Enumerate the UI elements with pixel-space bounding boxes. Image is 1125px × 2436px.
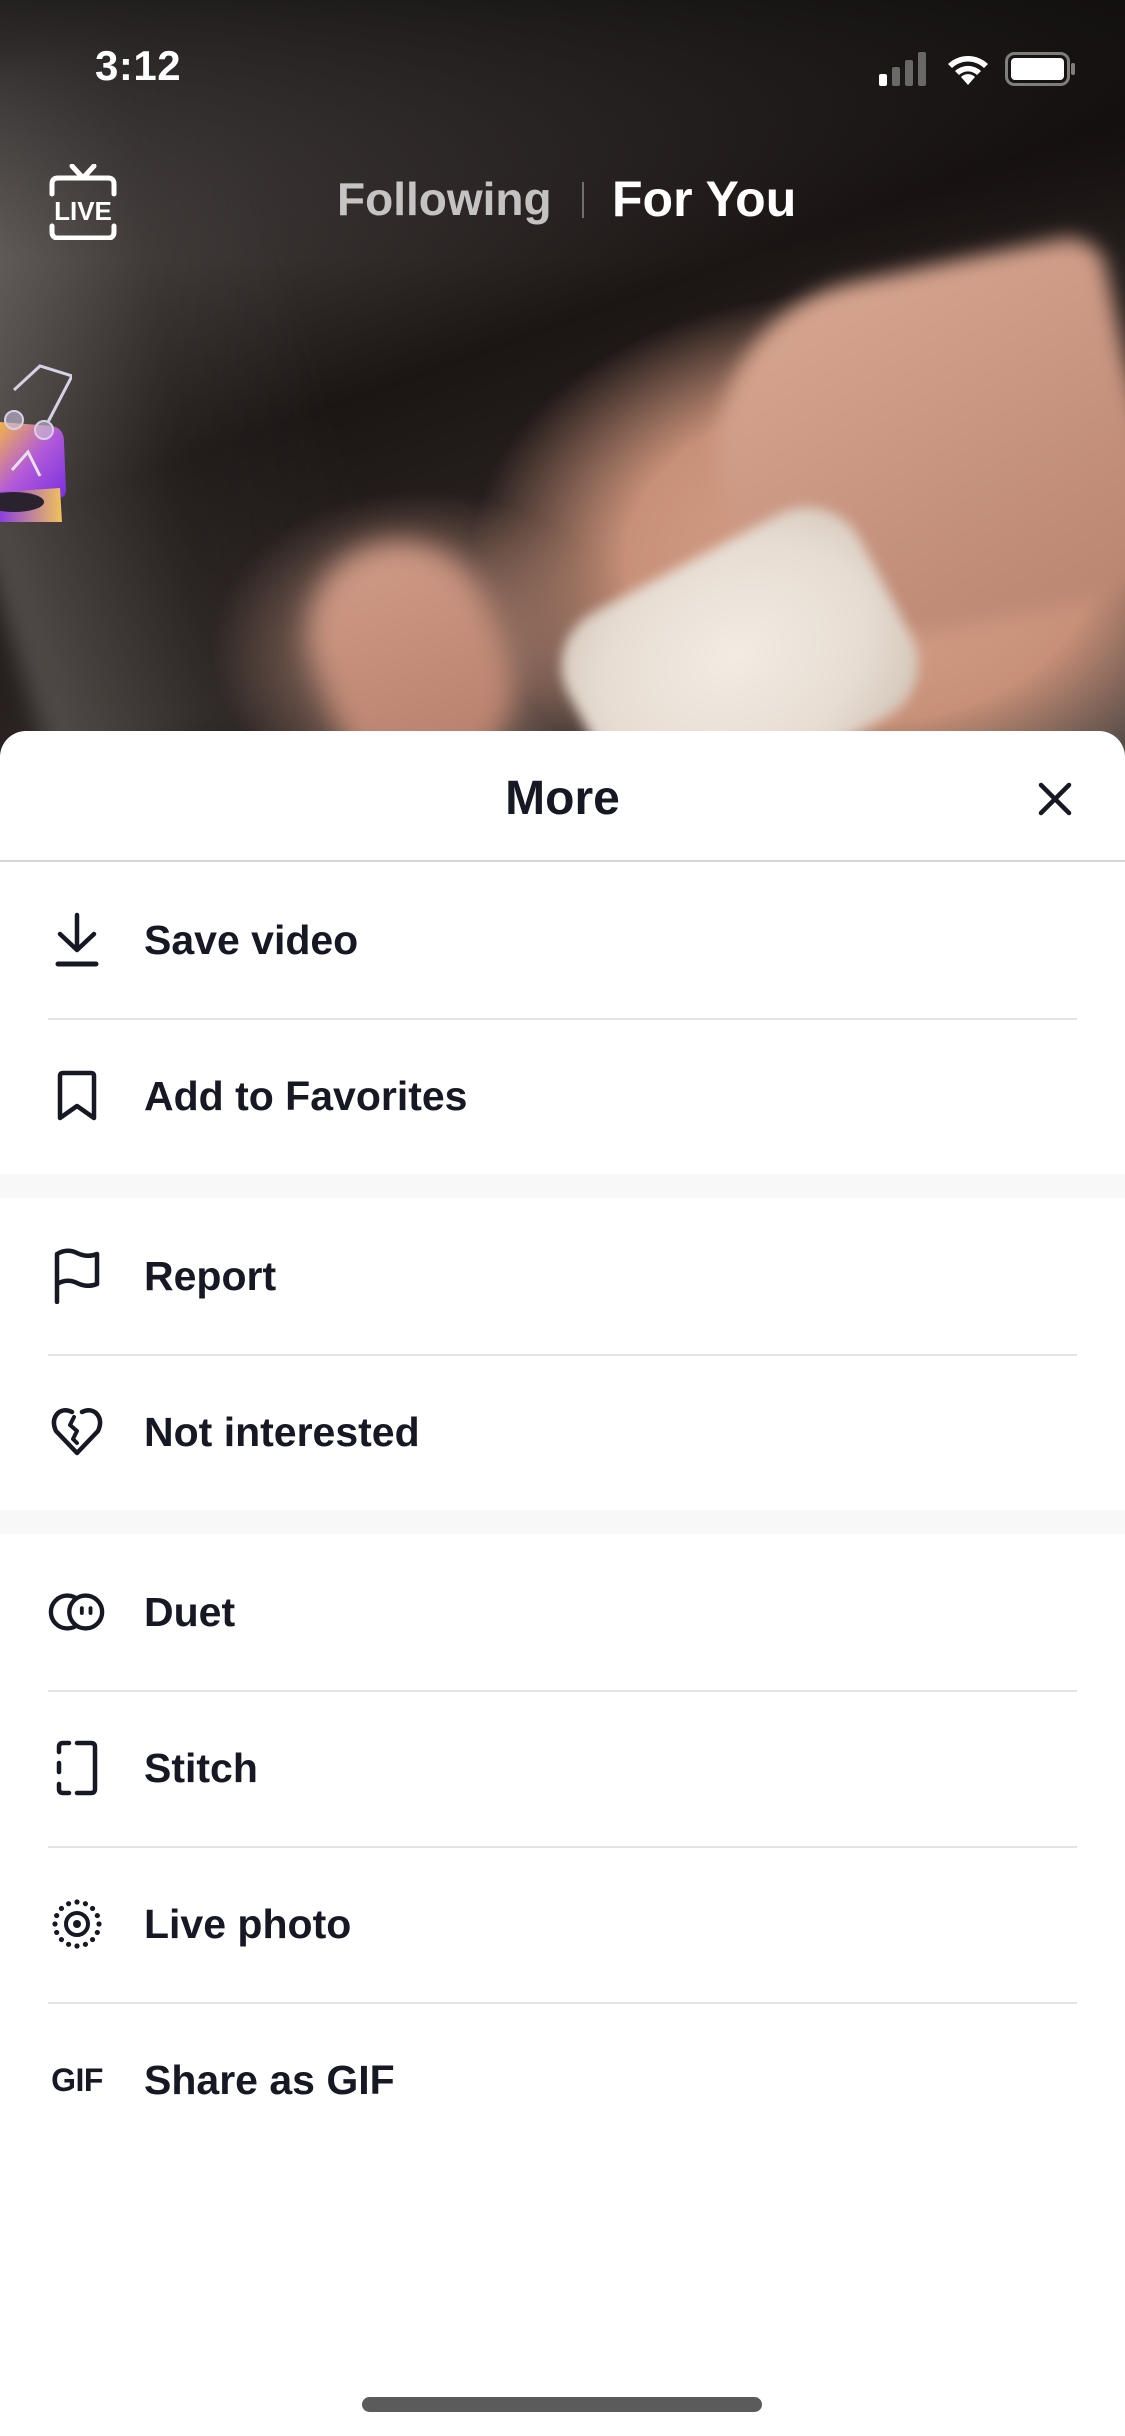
sticker-graphic xyxy=(0,364,75,522)
live-photo-dot xyxy=(82,1901,89,1907)
menu-item-duet[interactable]: Duet xyxy=(0,1534,1125,1690)
group-separator xyxy=(0,1174,1125,1198)
flag-icon xyxy=(48,1247,106,1305)
live-photo-dot xyxy=(58,1905,65,1912)
menu-item-label: Save video xyxy=(144,916,359,963)
broken-heart-icon xyxy=(48,1403,106,1461)
stitch-icon xyxy=(48,1739,106,1797)
live-photo-dot xyxy=(89,1905,96,1912)
close-button[interactable] xyxy=(1025,769,1085,829)
sheet-group-save: Save video Add to Favorites xyxy=(0,862,1125,1174)
live-photo-dot xyxy=(52,1921,58,1927)
svg-text:LIVE: LIVE xyxy=(54,196,112,226)
menu-item-label: Not interested xyxy=(144,1408,420,1455)
wifi-icon xyxy=(948,56,988,85)
menu-item-label: Stitch xyxy=(144,1744,258,1791)
sheet-group-create: Duet Stitch Live photo GIF Share as GIF xyxy=(0,1534,1125,2158)
live-photo-dot xyxy=(82,1941,89,1947)
menu-item-label: Duet xyxy=(144,1588,236,1635)
gif-icon: GIF xyxy=(51,2061,103,2098)
live-button[interactable]: LIVE xyxy=(46,163,120,241)
duet-icon xyxy=(48,1583,106,1641)
more-bottom-sheet: More Save video Add to Favorites Report … xyxy=(0,731,1125,2436)
live-photo-icon xyxy=(48,1895,106,1953)
live-tv-icon: LIVE xyxy=(49,163,117,241)
menu-item-share-as-gif[interactable]: GIF Share as GIF xyxy=(0,2002,1125,2158)
group-separator xyxy=(0,1510,1125,1534)
live-photo-dot xyxy=(54,1912,60,1919)
live-photo-dot xyxy=(74,1899,80,1905)
battery-icon xyxy=(1005,52,1075,86)
menu-item-add-to-favorites[interactable]: Add to Favorites xyxy=(0,1018,1125,1174)
live-photo-dot xyxy=(65,1901,72,1907)
tab-following[interactable]: Following xyxy=(337,172,552,226)
sheet-group-feedback: Report Not interested xyxy=(0,1198,1125,1510)
record-player-music-sticker-icon[interactable] xyxy=(0,352,75,522)
live-photo-dot xyxy=(74,1943,80,1949)
menu-item-not-interested[interactable]: Not interested xyxy=(0,1354,1125,1510)
tab-divider xyxy=(582,182,584,218)
live-photo-dot xyxy=(94,1912,100,1919)
live-photo-dot xyxy=(96,1921,102,1927)
menu-item-label: Share as GIF xyxy=(144,2056,395,2103)
top-nav: LIVE Following For You xyxy=(0,160,1125,241)
menu-item-save-video[interactable]: Save video xyxy=(0,862,1125,1018)
bookmark-icon xyxy=(48,1067,106,1125)
download-icon xyxy=(48,911,106,969)
tab-for-you[interactable]: For You xyxy=(612,170,796,228)
live-photo-dot xyxy=(65,1941,72,1947)
menu-item-live-photo[interactable]: Live photo xyxy=(0,1846,1125,2002)
status-time: 3:12 xyxy=(95,42,182,89)
menu-item-label: Live photo xyxy=(144,1900,352,1947)
menu-item-stitch[interactable]: Stitch xyxy=(0,1690,1125,1846)
sheet-title: More xyxy=(505,772,620,825)
menu-item-report[interactable]: Report xyxy=(0,1198,1125,1354)
home-indicator[interactable] xyxy=(362,2397,762,2412)
menu-item-label: Report xyxy=(144,1252,277,1299)
status-icons xyxy=(879,52,1077,86)
live-photo-dot xyxy=(94,1929,100,1936)
close-icon xyxy=(1038,782,1072,816)
live-photo-dot xyxy=(58,1936,65,1943)
live-photo-dot xyxy=(89,1936,96,1943)
menu-item-label: Add to Favorites xyxy=(144,1072,468,1119)
live-photo-dot xyxy=(54,1929,60,1936)
status-bar: 3:12 xyxy=(0,0,1125,130)
cellular-signal-icon xyxy=(879,52,926,86)
sheet-header: More xyxy=(0,731,1125,862)
